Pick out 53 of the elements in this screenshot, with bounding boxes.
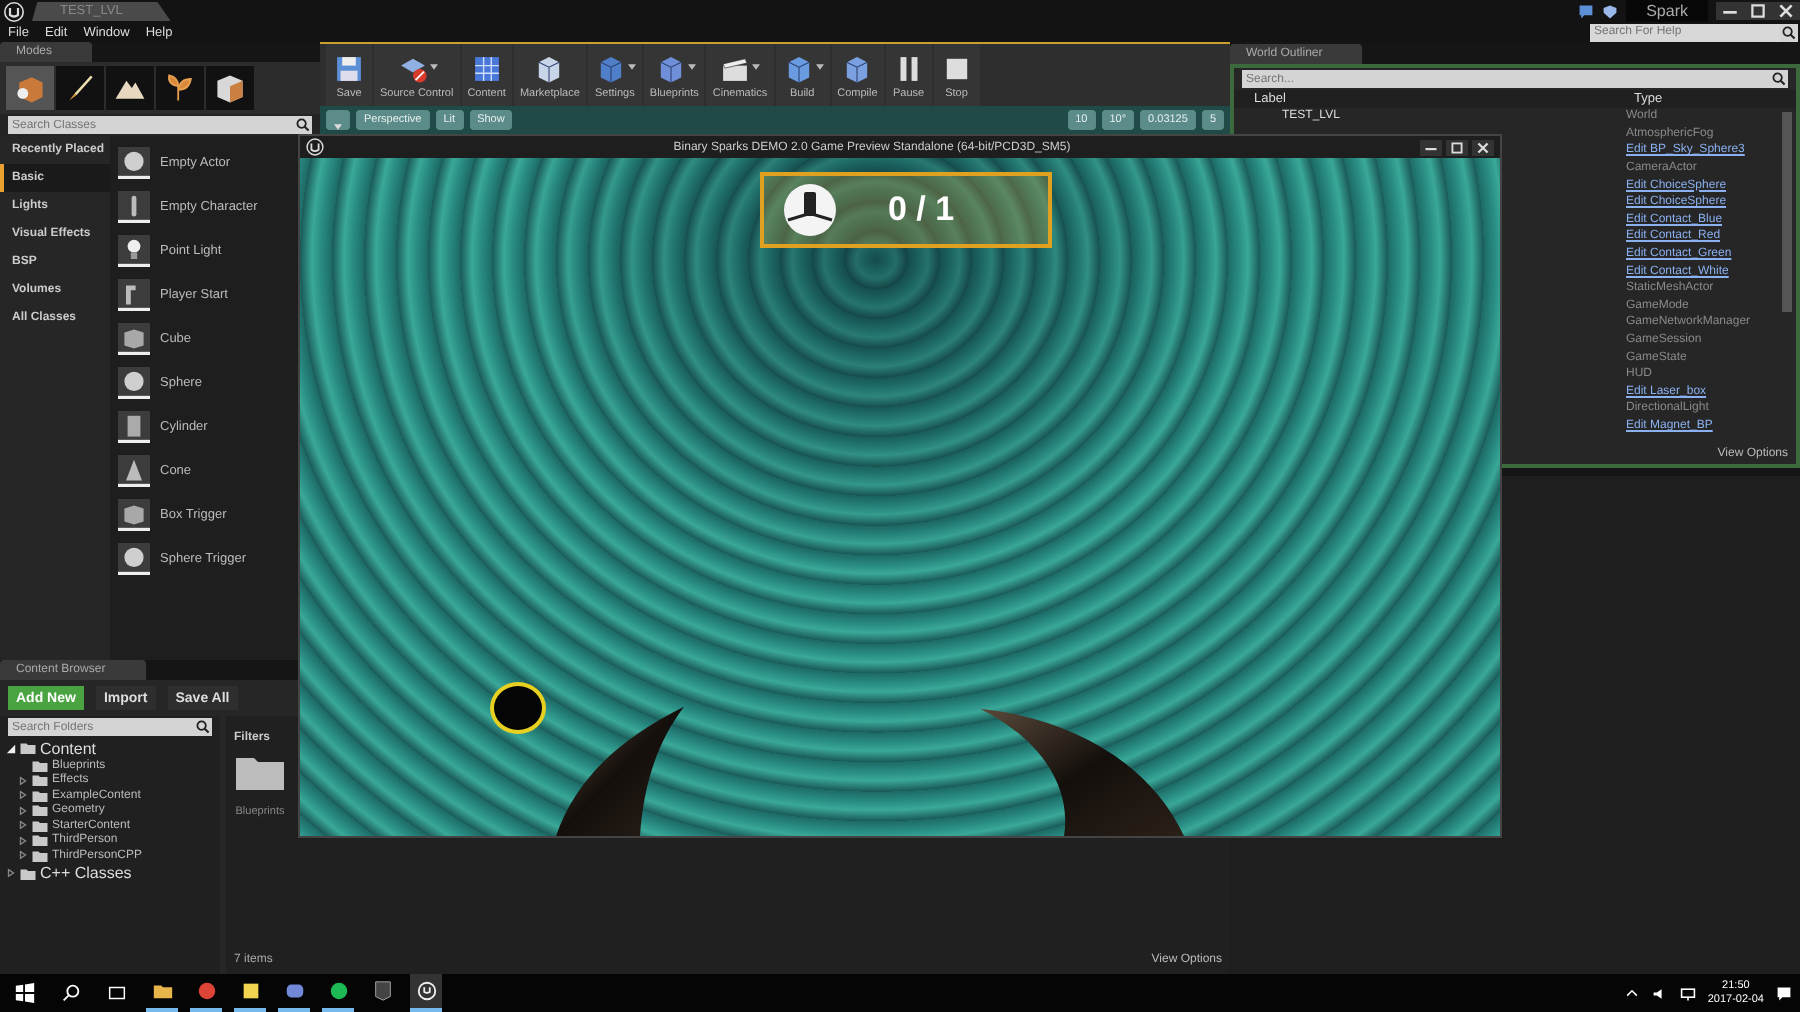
taskbar-app-button[interactable] xyxy=(410,974,442,1012)
bulb-icon xyxy=(118,233,150,267)
unreal-logo-icon xyxy=(4,1,24,21)
viewport-options-button[interactable] xyxy=(326,110,350,130)
search-icon[interactable] xyxy=(1780,23,1798,41)
minimize-icon[interactable] xyxy=(1420,139,1442,155)
mode-tool-button[interactable] xyxy=(56,66,104,110)
circle-logo-icon xyxy=(327,980,349,1002)
network-icon[interactable] xyxy=(1679,985,1696,1001)
folder-tree-item[interactable]: Content xyxy=(0,738,220,758)
search-icon[interactable] xyxy=(194,718,212,736)
unreal-logo-icon xyxy=(306,138,324,156)
speaker-icon[interactable] xyxy=(1651,985,1668,1001)
hole-drawing xyxy=(490,682,546,734)
windows-logo-icon[interactable] xyxy=(14,982,36,1004)
grid-icon xyxy=(469,51,504,85)
caret-icon xyxy=(334,123,342,129)
note-icon xyxy=(239,980,261,1002)
box-icon xyxy=(212,70,248,106)
cone-icon xyxy=(118,453,150,487)
cylinder-icon xyxy=(118,409,150,443)
chevron-up-icon[interactable] xyxy=(1623,985,1640,1001)
caret-icon[interactable] xyxy=(429,63,438,69)
shield-icon xyxy=(371,980,393,1002)
folder-icon xyxy=(151,980,173,1002)
mode-tool-button[interactable] xyxy=(106,66,154,110)
figure-icon xyxy=(118,189,150,223)
leaf-icon xyxy=(162,70,198,106)
caret-icon[interactable] xyxy=(815,63,824,69)
maximize-icon[interactable] xyxy=(1446,139,1468,155)
expanded-arrow-icon[interactable] xyxy=(6,743,16,753)
unreal-logo-icon xyxy=(415,980,437,1002)
scrollbar[interactable] xyxy=(1782,112,1792,312)
caret-icon[interactable] xyxy=(627,63,636,69)
notification-icon[interactable] xyxy=(1776,985,1792,1001)
search-icon[interactable] xyxy=(1770,70,1788,88)
score-counter: 0 / 1 xyxy=(888,190,955,230)
search-icon[interactable] xyxy=(294,116,312,134)
folder-tree-item[interactable]: C++ Classes xyxy=(0,863,220,883)
search-icon[interactable] xyxy=(60,982,82,1004)
claw-drawing xyxy=(556,706,684,836)
mode-tool-button[interactable] xyxy=(6,66,54,110)
folder-icon[interactable] xyxy=(236,754,284,790)
task-view-icon[interactable] xyxy=(106,982,128,1004)
project-name: Spark xyxy=(1626,0,1708,22)
robot-badge-icon xyxy=(780,180,840,240)
caret-icon[interactable] xyxy=(687,63,696,69)
flag-icon xyxy=(118,277,150,311)
caret-icon[interactable] xyxy=(752,63,761,69)
mode-tool-button[interactable] xyxy=(156,66,204,110)
close-icon[interactable] xyxy=(1472,139,1494,155)
circle-logo-icon xyxy=(195,980,217,1002)
mode-tool-button[interactable] xyxy=(206,66,254,110)
